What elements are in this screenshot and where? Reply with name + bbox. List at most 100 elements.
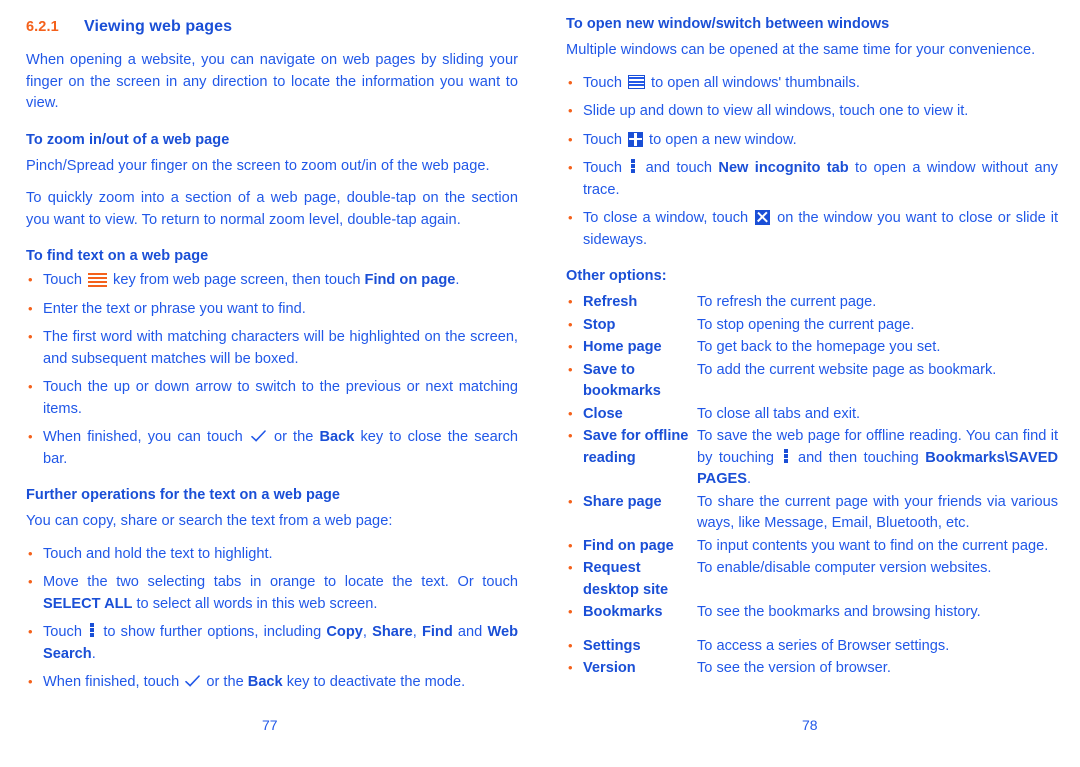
list-item-text-mid: or the	[202, 674, 248, 690]
list-item-text-mid: to open a new window.	[645, 131, 797, 148]
option-share: Share	[372, 624, 413, 640]
further-section-lead: You can copy, share or search the text f…	[26, 513, 393, 529]
list-item-text-mid: and touch	[639, 160, 719, 176]
list-item: Touch key from web page screen, then tou…	[26, 269, 518, 292]
page-title: Viewing web pages	[84, 18, 233, 35]
table-row: Version To see the version of browser.	[566, 657, 1058, 680]
list-item-bold: Back	[319, 429, 355, 445]
list-item-text-mid: or the	[267, 429, 320, 445]
list-item-text-mid: to show further options, including	[98, 624, 327, 640]
option-term: Settings	[566, 635, 697, 658]
table-row: Share page To share the current page wit…	[566, 491, 1058, 535]
windows-section-list: Touch to open all windows' thumbnails. S…	[566, 72, 1058, 252]
option-copy: Copy	[326, 624, 363, 640]
list-item-text-pre: Touch	[43, 624, 88, 640]
close-window-icon	[755, 210, 771, 225]
option-term: Save to bookmarks	[566, 359, 697, 403]
section-heading: 6.2.1 Viewing web pages	[26, 18, 518, 36]
list-item-text-post: .	[455, 272, 460, 288]
left-page-column: 6.2.1 Viewing web pages When opening a w…	[26, 0, 518, 701]
list-item-text-pre: To close a window, touch	[583, 210, 754, 226]
further-section-heading: Further operations for the text on a web…	[26, 487, 341, 503]
list-item-text-post: .	[91, 645, 96, 662]
other-options-table: Refresh To refresh the current page. Sto…	[566, 291, 1058, 680]
table-row: Refresh To refresh the current page.	[566, 291, 1058, 314]
table-row: Request desktop site To enable/disable c…	[566, 557, 1058, 601]
list-item-text-pre: Move the two selecting tabs in orange to…	[43, 574, 518, 590]
option-description: To get back to the homepage you set.	[697, 339, 941, 355]
list-item: The first word with matching characters …	[26, 326, 518, 370]
option-description: To see the bookmarks and browsing histor…	[697, 604, 981, 620]
more-options-icon	[783, 448, 789, 464]
list-item: Touch to open a new window.	[566, 129, 1058, 152]
menu-key-icon	[88, 273, 107, 287]
option-term: Save for offline reading	[566, 425, 697, 469]
further-section-list: Touch and hold the text to highlight. Mo…	[26, 543, 518, 694]
zoom-paragraph-2: To quickly zoom into a section of a web …	[26, 190, 518, 228]
list-item-bold: Find on page	[364, 272, 456, 288]
list-item-text-pre: When finished, you can touch	[43, 429, 249, 445]
list-item-text-pre: Touch	[43, 272, 86, 288]
page-number-right: 78	[802, 717, 818, 733]
list-item: When finished, touch or the Back key to …	[26, 671, 518, 694]
list-item: Touch to open all windows' thumbnails.	[566, 72, 1058, 95]
manual-page-spread: 6.2.1 Viewing web pages When opening a w…	[0, 0, 1080, 767]
list-item-text-post: to select all words in this web screen.	[132, 595, 378, 612]
option-term: Bookmarks	[566, 601, 697, 624]
table-row: Stop To stop opening the current page.	[566, 314, 1058, 337]
list-item-text-mid: to open all windows' thumbnails.	[647, 74, 860, 91]
table-row: Find on page To input contents you want …	[566, 535, 1058, 558]
select-all-bold: SELECT ALL	[43, 595, 133, 612]
option-description: To share the current page with your frie…	[697, 493, 1058, 532]
list-item-text-mid: key from web page screen, then touch	[109, 272, 365, 288]
check-icon	[251, 430, 266, 442]
list-item-text-pre: Touch	[583, 160, 629, 176]
option-description: To access a series of Browser settings.	[697, 637, 950, 654]
list-item-text: Enter the text or phrase you want to fin…	[43, 300, 306, 317]
option-term: Share page	[566, 491, 697, 514]
find-section-list: Touch key from web page screen, then tou…	[26, 269, 518, 470]
list-item: Touch and hold the text to highlight.	[26, 543, 518, 566]
list-item: Touch the up or down arrow to switch to …	[26, 376, 518, 420]
option-desc-post: .	[747, 471, 752, 487]
option-description: To refresh the current page.	[697, 294, 877, 310]
option-term: Refresh	[566, 291, 697, 314]
option-description: To see the version of browser.	[697, 660, 891, 676]
list-item-text: Slide up and down to view all windows, t…	[583, 103, 969, 119]
new-window-plus-icon	[628, 131, 643, 147]
zoom-section-heading: To zoom in/out of a web page	[26, 131, 230, 148]
list-item-text-pre: When finished, touch	[43, 674, 184, 690]
intro-paragraph: When opening a website, you can navigate…	[26, 52, 518, 111]
conjunction-and: and	[452, 624, 488, 640]
other-options-heading: Other options:	[566, 268, 667, 284]
page-number-left: 77	[262, 717, 278, 733]
option-term: Find on page	[566, 535, 697, 558]
option-term: Version	[566, 657, 697, 680]
more-options-icon	[631, 159, 636, 174]
table-row: Settings To access a series of Browser s…	[566, 635, 1058, 658]
list-item-text-pre: Touch	[583, 131, 626, 148]
check-icon	[185, 675, 201, 687]
list-item: When finished, you can touch or the Back…	[26, 426, 518, 470]
option-description: To save the web page for offline reading…	[697, 426, 1058, 491]
list-item-text-post: key to deactivate the mode.	[282, 674, 466, 690]
option-description: To close all tabs and exit.	[697, 405, 861, 422]
list-item: Touch and touch New incognito tab to ope…	[566, 157, 1058, 201]
list-item: Slide up and down to view all windows, t…	[566, 100, 1058, 123]
zoom-paragraph-1: Pinch/Spread your finger on the screen t…	[26, 157, 490, 174]
option-term: Stop	[566, 314, 697, 337]
list-item-bold: Back	[247, 674, 283, 690]
table-row: Home page To get back to the homepage yo…	[566, 336, 1058, 359]
option-term: Home page	[566, 336, 697, 359]
list-item: Move the two selecting tabs in orange to…	[26, 571, 518, 615]
option-desc-mid: and then touching	[791, 449, 926, 466]
comma-1: ,	[362, 624, 373, 640]
list-item-text: Touch and hold the text to highlight.	[43, 545, 273, 562]
option-description: To input contents you want to find on th…	[697, 537, 1049, 554]
find-section-heading: To find text on a web page	[26, 248, 209, 264]
comma-2: ,	[412, 624, 422, 640]
windows-section-heading: To open new window/switch between window…	[566, 16, 890, 32]
list-item-text: Touch the up or down arrow to switch to …	[43, 379, 518, 417]
windows-thumbnails-icon	[628, 74, 645, 89]
more-options-icon	[90, 623, 95, 638]
